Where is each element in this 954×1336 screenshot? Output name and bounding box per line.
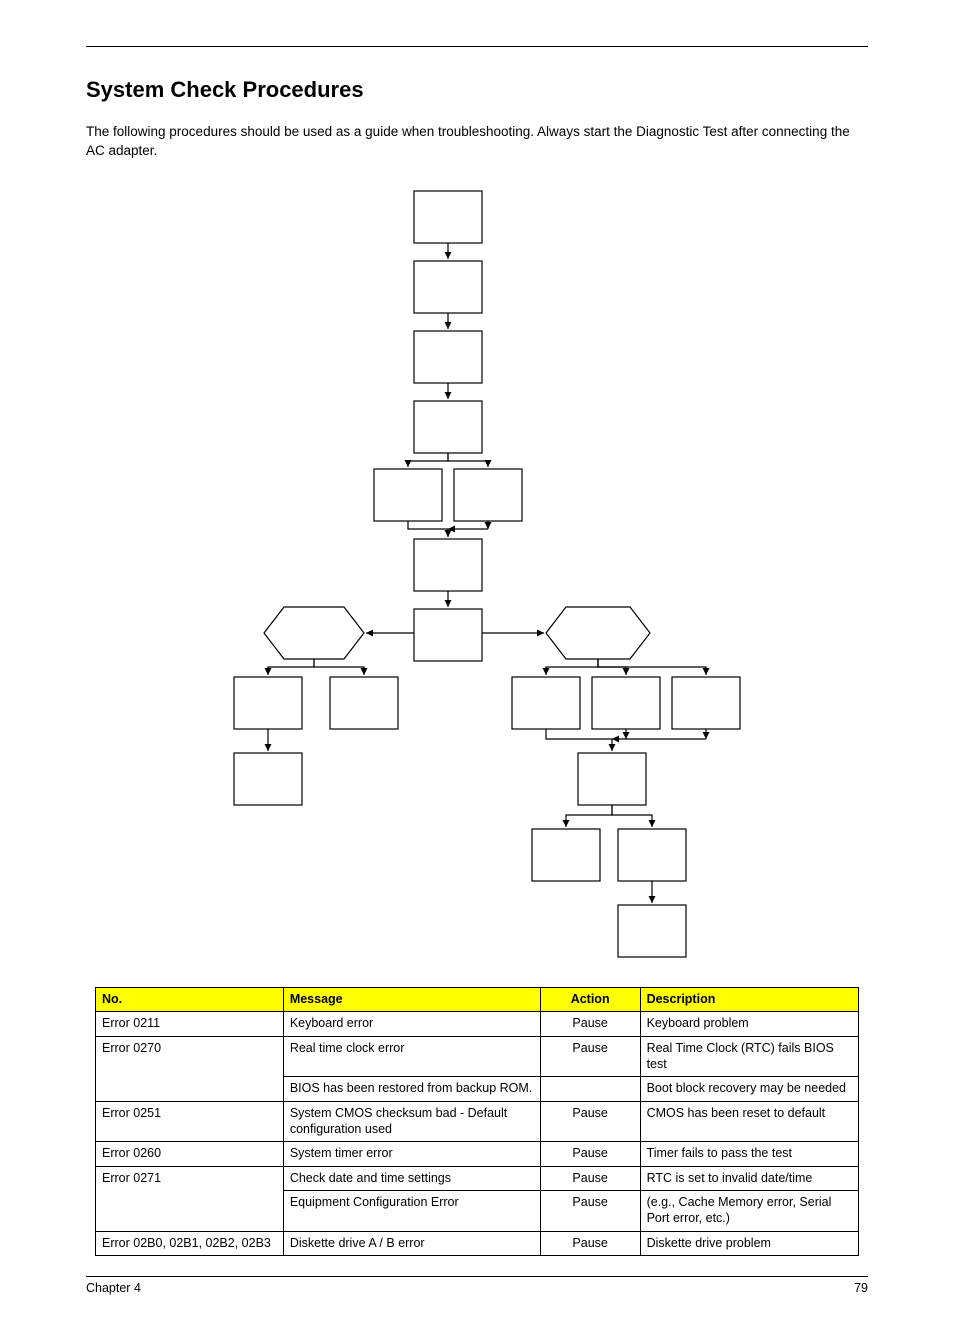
cell-act: Pause (540, 1191, 640, 1231)
cell-act: Pause (540, 1231, 640, 1256)
th-no: No. (96, 987, 284, 1012)
cell-no: Error 0271 (96, 1166, 284, 1231)
cell-desc: CMOS has been reset to default (640, 1101, 858, 1141)
bottom-rule (86, 1276, 868, 1277)
cell-desc: Real Time Clock (RTC) fails BIOS test (640, 1037, 858, 1077)
th-msg: Message (283, 987, 540, 1012)
cell-act: Pause (540, 1166, 640, 1191)
cell-act: Pause (540, 1037, 640, 1077)
cell-desc: RTC is set to invalid date/time (640, 1166, 858, 1191)
cell-act: Pause (540, 1101, 640, 1141)
th-act: Action (540, 987, 640, 1012)
cell-no: Error 0260 (96, 1142, 284, 1167)
cell-no: Error 0251 (96, 1101, 284, 1141)
cell-act: Pause (540, 1142, 640, 1167)
footer-right: 79 (854, 1281, 868, 1295)
intro-paragraph: The following procedures should be used … (86, 123, 868, 161)
cell-desc: Boot block recovery may be needed (640, 1077, 858, 1102)
top-rule (86, 46, 868, 47)
cell-msg: Keyboard error (283, 1012, 540, 1037)
cell-msg: Real time clock error (283, 1037, 540, 1077)
cell-desc: (e.g., Cache Memory error, Serial Port e… (640, 1191, 858, 1231)
cell-no: Error 0270 (96, 1037, 284, 1102)
page-footer: Chapter 4 79 (86, 1281, 868, 1325)
th-desc: Description (640, 987, 858, 1012)
section-title: System Check Procedures (86, 77, 868, 103)
flowchart (86, 181, 868, 971)
cell-desc: Diskette drive problem (640, 1231, 858, 1256)
footer-left: Chapter 4 (86, 1281, 141, 1295)
cell-msg: System CMOS checksum bad - Default confi… (283, 1101, 540, 1141)
error-table: No. Message Action Description Error 021… (95, 987, 859, 1257)
cell-no: Error 02B0, 02B1, 02B2, 02B3 (96, 1231, 284, 1256)
cell-no: Error 0211 (96, 1012, 284, 1037)
cell-act: Pause (540, 1012, 640, 1037)
cell-msg: Diskette drive A / B error (283, 1231, 540, 1256)
cell-msg: Equipment Configuration Error (283, 1191, 540, 1231)
cell-desc: Timer fails to pass the test (640, 1142, 858, 1167)
cell-msg: System timer error (283, 1142, 540, 1167)
cell-desc: Keyboard problem (640, 1012, 858, 1037)
flowchart-svg (86, 181, 868, 971)
cell-msg: Check date and time settings (283, 1166, 540, 1191)
cell-msg: BIOS has been restored from backup ROM. (283, 1077, 540, 1102)
cell-act (540, 1077, 640, 1102)
